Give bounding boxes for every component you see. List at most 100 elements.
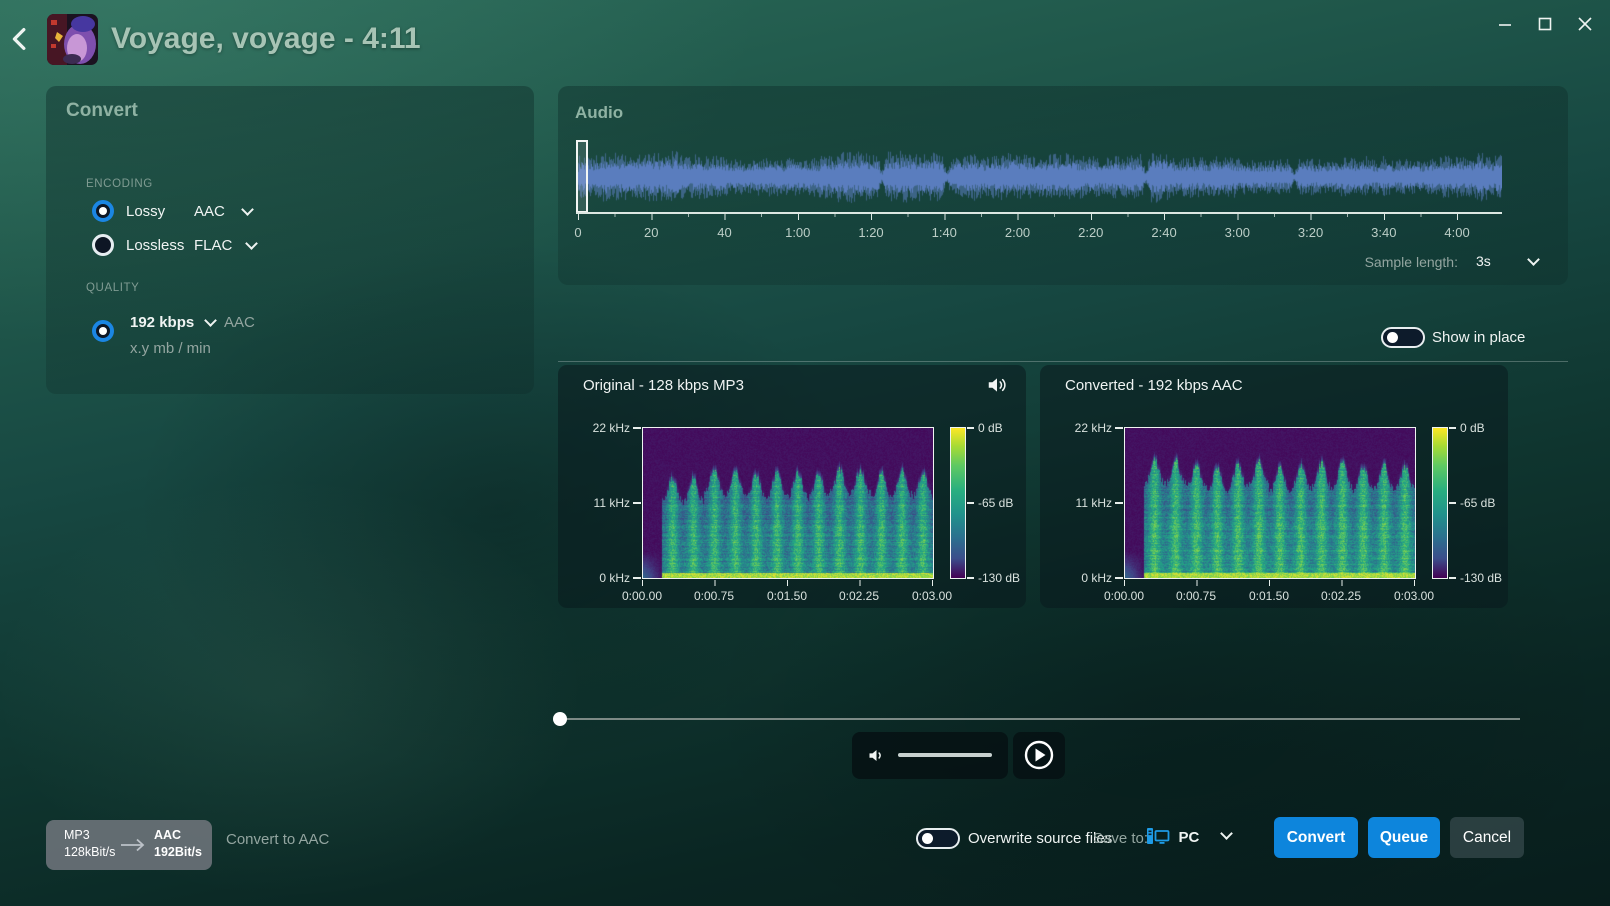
timeline-labels: 020401:001:201:402:002:202:403:003:203:4… [578, 225, 1478, 241]
waveform[interactable] [576, 142, 1502, 212]
time-tick-label: 0:00.00 [1092, 589, 1156, 603]
conversion-action-label: Convert to AAC [226, 831, 329, 848]
album-art [47, 14, 98, 65]
db-tick-label: -65 dB [1460, 496, 1514, 510]
original-title: Original - 128 kbps MP3 [583, 377, 744, 394]
timeline-tick-label: 40 [717, 225, 731, 240]
db-tick-label: 0 dB [1460, 421, 1514, 435]
quality-radio[interactable] [92, 320, 114, 342]
close-button[interactable] [1570, 12, 1600, 40]
play-button[interactable] [1013, 732, 1065, 779]
chevron-down-icon [1527, 253, 1540, 266]
minimize-button[interactable] [1490, 12, 1520, 40]
lossless-codec-dropdown[interactable]: FLAC [194, 237, 256, 254]
audio-panel: Audio 0 20 40 1:00 1:20 1:40 2:00 2:20 2:40 3:00 3… [558, 86, 1568, 285]
show-in-place-label: Show in place [1432, 329, 1525, 346]
seek-bar[interactable] [559, 718, 1520, 720]
quality-codec-label: AAC [224, 314, 255, 331]
save-target-value: PC [1178, 829, 1199, 846]
convert-button[interactable]: Convert [1274, 817, 1358, 858]
original-spectrogram-plot [642, 427, 934, 579]
page-title: Voyage, voyage - 4:11 [111, 22, 421, 56]
converted-spectrogram-panel: Converted - 192 kbps AAC 22 kHz 11 kHz 0… [1040, 365, 1508, 608]
conversion-badge: MP3 128kBit/s AAC 192Bit/s [46, 820, 212, 870]
timeline-tick-label: 1:40 [932, 225, 957, 240]
quality-size-estimate: x.y mb / min [130, 340, 211, 357]
cancel-button[interactable]: Cancel [1450, 817, 1524, 858]
show-in-place-toggle[interactable] [1381, 327, 1425, 348]
time-tick-label: 0:02.25 [827, 589, 891, 603]
sample-selection-handle[interactable] [576, 140, 588, 213]
timeline-tick-label: 1:20 [858, 225, 883, 240]
timeline-tick-label: 1:00 [785, 225, 810, 240]
app-window: Voyage, voyage - 4:11 Convert ENCODING L… [0, 0, 1610, 906]
convert-panel-title: Convert [66, 100, 138, 122]
lossless-radio[interactable] [92, 234, 114, 256]
time-tick-label: 0:00.75 [682, 589, 746, 603]
chevron-down-icon [245, 237, 258, 250]
speaker-icon[interactable] [986, 374, 1008, 401]
save-target-dropdown[interactable]: PC [1146, 826, 1231, 848]
maximize-icon [1538, 17, 1552, 36]
time-tick-label: 0:01.50 [755, 589, 819, 603]
time-tick-label: 0:00.00 [610, 589, 674, 603]
minimize-icon [1498, 17, 1512, 36]
audio-panel-title: Audio [575, 103, 623, 123]
freq-tick-label: 22 kHz [1062, 421, 1112, 435]
db-tick-label: 0 dB [978, 421, 1032, 435]
speaker-icon[interactable] [866, 745, 887, 771]
timeline-tick-label: 2:40 [1151, 225, 1176, 240]
arrow-right-icon [118, 836, 148, 859]
queue-button[interactable]: Queue [1368, 817, 1440, 858]
timeline-tick-label: 2:20 [1078, 225, 1103, 240]
timeline-tick-label: 4:00 [1444, 225, 1469, 240]
time-tick-label: 0:00.75 [1164, 589, 1228, 603]
lossy-codec-dropdown[interactable]: AAC [194, 203, 252, 220]
timeline-tick-label: 3:40 [1371, 225, 1396, 240]
db-tick-label: -130 dB [978, 571, 1032, 585]
freq-tick-label: 11 kHz [580, 496, 630, 510]
volume-control [852, 732, 1008, 779]
timeline-tick-label: 0 [574, 225, 581, 240]
timeline-tick-label: 3:20 [1298, 225, 1323, 240]
freq-tick-label: 11 kHz [1062, 496, 1112, 510]
badge-from-format: MP3 [64, 828, 90, 842]
db-tick-label: -130 dB [1460, 571, 1514, 585]
time-tick-label: 0:03.00 [900, 589, 964, 603]
timeline-tick-label: 20 [644, 225, 658, 240]
timeline-major-ticks [578, 213, 1459, 220]
converted-title: Converted - 192 kbps AAC [1065, 377, 1243, 394]
volume-slider[interactable] [898, 753, 992, 757]
badge-to-bitrate: 192Bit/s [154, 845, 202, 859]
bitrate-dropdown[interactable]: 192 kbps [130, 314, 215, 331]
lossless-label: Lossless [126, 237, 184, 254]
badge-from-bitrate: 128kBit/s [64, 845, 115, 859]
chevron-down-icon [241, 203, 254, 216]
timeline-tick-label: 2:00 [1005, 225, 1030, 240]
badge-to-format: AAC [154, 828, 181, 842]
chevron-down-icon [1220, 827, 1233, 840]
time-tick-label: 0:03.00 [1382, 589, 1446, 603]
overwrite-toggle[interactable] [916, 828, 960, 849]
chevron-left-icon [6, 41, 36, 58]
close-icon [1578, 17, 1592, 36]
chevron-down-icon [205, 314, 218, 327]
save-to-label: Save to: [1093, 830, 1148, 847]
sample-length-dropdown[interactable]: 3s [1476, 253, 1538, 269]
lossy-radio[interactable] [92, 200, 114, 222]
pc-icon [1146, 828, 1174, 845]
seek-handle[interactable] [553, 712, 567, 726]
maximize-button[interactable] [1530, 12, 1560, 40]
section-divider [558, 361, 1568, 362]
db-tick-label: -65 dB [978, 496, 1032, 510]
convert-panel: Convert ENCODING Lossy AAC Lossless FLAC… [46, 86, 534, 394]
converted-spectrogram-plot [1124, 427, 1416, 579]
freq-tick-label: 0 kHz [1062, 571, 1112, 585]
encoding-section-label: ENCODING [86, 178, 153, 190]
timeline-tick-label: 3:00 [1225, 225, 1250, 240]
db-colorbar [1432, 427, 1448, 579]
lossy-label: Lossy [126, 203, 165, 220]
quality-section-label: QUALITY [86, 282, 139, 294]
back-button[interactable] [6, 24, 36, 54]
time-tick-label: 0:01.50 [1237, 589, 1301, 603]
